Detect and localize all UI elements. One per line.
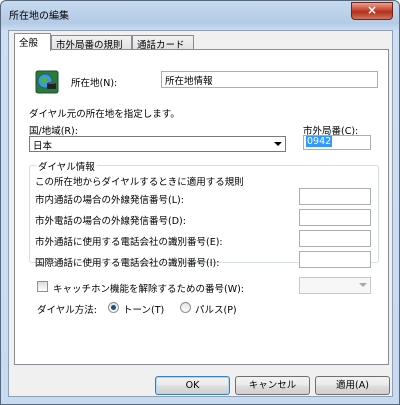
specify-text: ダイヤル元の所在地を指定します。 [29,109,180,120]
phone-globe-icon [35,70,59,94]
area-code-input[interactable]: 0942 [303,135,371,150]
chevron-down-icon [359,283,367,287]
general-panel: 所在地(N): 所在地情報 ダイヤル元の所在地を指定します。 国/地域(R): … [14,49,389,365]
long-distance-access-input[interactable] [299,209,371,226]
rules-text: この所在地からダイヤルするときに適用する規則 [35,177,244,188]
tab-calling-card[interactable]: 通話カード [132,35,194,51]
area-code-value: 0942 [306,136,333,147]
local-access-input[interactable] [299,188,371,205]
local-access-label: 市内通話の場合の外線発信番号(L): [35,195,184,206]
country-select[interactable]: 日本 [29,136,286,152]
pulse-radio[interactable] [180,302,191,313]
location-name-input[interactable]: 所在地情報 [161,71,378,88]
dial-method-label: ダイヤル方法: [37,305,97,316]
tone-label: トーン(T) [123,305,165,316]
long-distance-carrier-input[interactable] [299,230,371,247]
chevron-down-icon [274,142,282,146]
tab-general[interactable]: 全般 [14,33,51,51]
cancel-button[interactable]: キャンセル [235,376,310,395]
tab-area-code-rules[interactable]: 市外局番の規則 [51,35,132,51]
long-distance-carrier-label: 市外通話に使用する電話会社の識別番号(E): [35,237,223,248]
international-carrier-label: 国際通話に使用する電話会社の識別番号(I): [35,258,220,269]
country-label: 国/地域(R): [29,126,78,137]
call-waiting-checkbox[interactable] [37,281,48,292]
call-waiting-label: キャッチホン機能を解除するための番号(W): [53,284,245,295]
dialog-client: 全般 市外局番の規則 通話カード 所在地(N): 所在地情報 ダイヤル元の所在地… [8,30,393,397]
long-distance-access-label: 市外電話の場合の外線発信番号(D): [35,216,186,227]
call-waiting-select[interactable] [299,277,371,294]
window-title: 所在地の編集 [9,11,69,22]
dialing-rules-group-title: ダイヤル情報 [36,159,97,173]
ok-button[interactable]: OK [155,376,230,395]
close-icon: × [366,3,378,17]
dialog-window: 所在地の編集 × 全般 市外局番の規則 通話カード 所在地(N): 所在地情報 … [0,0,400,405]
apply-button[interactable]: 適用(A) [315,376,390,395]
tone-radio[interactable] [108,302,119,313]
location-label: 所在地(N): [71,78,118,89]
pulse-label: パルス(P) [195,305,237,316]
close-button[interactable]: × [351,2,393,20]
country-select-value: 日本 [33,141,53,152]
international-carrier-input[interactable] [299,251,371,268]
